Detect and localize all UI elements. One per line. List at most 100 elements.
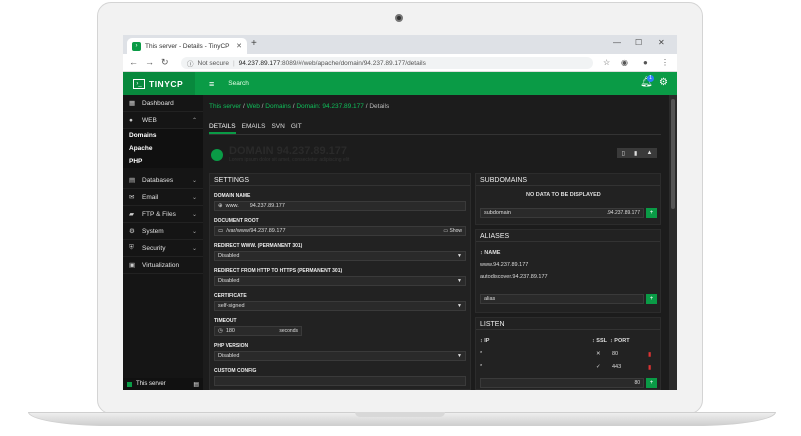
column-header-ssl: ↕ SSL xyxy=(592,338,607,344)
tab-close-icon[interactable]: ✕ xyxy=(236,42,242,50)
alias-row: autodiscover.94.237.89.177 xyxy=(480,274,548,280)
sidebar-item-ftp-files[interactable]: ▰ FTP & Files ⌄ xyxy=(123,206,203,223)
sidebar-item-label: FTP & Files xyxy=(142,210,176,218)
add-subdomain-button[interactable]: + xyxy=(646,208,657,218)
sidebar-item-label: WEB xyxy=(142,116,157,124)
certificate-select[interactable]: self-signed ▼ xyxy=(214,301,466,311)
browser-tab[interactable]: › This server - Details - TinyCP ✕ xyxy=(127,38,247,54)
sidebar-item-email[interactable]: ✉ Email ⌄ xyxy=(123,189,203,206)
server-icon: ▣ xyxy=(129,262,136,269)
folder-icon: ▭ xyxy=(218,228,224,234)
sidebar-subitem-php[interactable]: PHP xyxy=(123,155,203,168)
reload-button[interactable]: ↻ xyxy=(161,57,169,68)
browser-toolbar: ← → ↻ ⓘ Not secure | 94.237.89.177:8089/… xyxy=(123,54,677,72)
sidebar-subitem-domains[interactable]: Domains xyxy=(123,129,203,142)
close-window-button[interactable]: ✕ xyxy=(658,38,665,47)
sidebar-item-system[interactable]: ⚙ System ⌄ xyxy=(123,223,203,240)
breadcrumb-item[interactable]: This server xyxy=(209,103,241,110)
add-listen-button[interactable]: + xyxy=(646,378,657,388)
doc-root-field[interactable]: ▭/var/www/94.237.89.177 ▭ Show xyxy=(214,226,466,236)
sidebar-item-virtualization[interactable]: ▣ Virtualization xyxy=(123,257,203,274)
maximize-button[interactable]: ☐ xyxy=(635,38,642,47)
terminal-icon: ›_ xyxy=(133,78,145,89)
tinycp-favicon-icon: › xyxy=(132,41,141,51)
subdomain-input[interactable]: subdomain .94.237.89.177 xyxy=(480,208,644,218)
subdomains-panel: SUBDOMAINS NO DATA TO BE DISPLAYED subdo… xyxy=(475,173,661,225)
tab-title: This server - Details - TinyCP xyxy=(145,42,230,50)
database-icon: ▤ xyxy=(129,177,136,184)
new-tab-button[interactable]: + xyxy=(251,38,257,49)
tab-emails[interactable]: EMAILS xyxy=(242,123,266,134)
notification-badge: 1 xyxy=(647,75,654,82)
warning-icon[interactable]: ▲ xyxy=(646,150,652,156)
server-name: This server xyxy=(136,381,166,387)
sidebar-item-dashboard[interactable]: ▦ Dashboard xyxy=(123,95,203,112)
aliases-title: ALIASES xyxy=(476,230,660,242)
scrollbar[interactable] xyxy=(669,95,677,390)
timeout-field[interactable]: ◷ 180 seconds xyxy=(214,326,302,336)
tab-svn[interactable]: SVN xyxy=(271,123,284,134)
listen-row-port: 443 xyxy=(612,364,622,370)
globe-icon: ● xyxy=(129,116,133,124)
brand-name: TINYCP xyxy=(149,78,184,89)
redirect-www-select[interactable]: Disabled ▼ xyxy=(214,251,466,261)
caret-down-icon: ▼ xyxy=(457,278,462,284)
sidebar: ▦ Dashboard ● WEB ⌃ Domains Apache PHP ▤ Dat… xyxy=(123,95,203,390)
caret-down-icon: ▼ xyxy=(457,303,462,309)
breadcrumb-item[interactable]: Web xyxy=(247,103,260,110)
listen-title: LISTEN xyxy=(476,318,660,330)
sidebar-item-label: Email xyxy=(142,193,159,201)
tab-details[interactable]: DETAILS xyxy=(209,123,236,134)
breadcrumb-item[interactable]: Domain: 94.237.89.177 xyxy=(296,103,364,110)
bookmark-star-icon[interactable]: ☆ xyxy=(603,58,610,67)
sidebar-item-label: Security xyxy=(142,244,166,252)
hamburger-menu-icon[interactable]: ≡ xyxy=(209,79,214,89)
listen-row-ssl: ✕ xyxy=(596,351,601,357)
tab-git[interactable]: GIT xyxy=(291,123,302,134)
domain-name-field[interactable]: ⊕ www. 94.237.89.177 xyxy=(214,201,466,211)
listen-panel: LISTEN ↕ IP ↕ SSL ↕ PORT * ✕ 80 ▮ * ✓ 44… xyxy=(475,317,661,390)
delete-row-icon[interactable]: ▮ xyxy=(648,351,651,358)
address-bar[interactable]: ⓘ Not secure | 94.237.89.177:8089/#/web/… xyxy=(181,57,593,69)
page-subtitle: Lorem ipsum dolor sit amet, consectetur … xyxy=(229,157,350,163)
chevron-down-icon: ⌄ xyxy=(191,228,197,235)
menu-dots-icon[interactable]: ⋮ xyxy=(661,58,669,67)
add-alias-button[interactable]: + xyxy=(646,294,657,304)
show-button[interactable]: ▭ Show xyxy=(443,228,462,234)
sidebar-subitem-apache[interactable]: Apache xyxy=(123,142,203,155)
redirect-https-select[interactable]: Disabled ▼ xyxy=(214,276,466,286)
server-selector[interactable]: This server ▤ xyxy=(123,378,203,390)
brand-logo[interactable]: ›_ TINYCP xyxy=(123,72,195,95)
gear-icon: ⚙ xyxy=(129,228,135,235)
minimize-button[interactable]: — xyxy=(613,38,621,47)
custom-config-field[interactable] xyxy=(214,376,466,386)
back-button[interactable]: ← xyxy=(129,57,138,67)
timeout-label: TIMEOUT xyxy=(214,318,237,324)
globe-icon xyxy=(211,149,223,161)
sidebar-item-security[interactable]: ⛨ Security ⌄ xyxy=(123,240,203,257)
scrollbar-thumb[interactable] xyxy=(671,99,675,209)
alias-input[interactable]: alias xyxy=(480,294,644,304)
header-actions: ▯ ▮ ▲ xyxy=(617,148,657,158)
delete-row-icon[interactable]: ▮ xyxy=(648,364,651,371)
extension-icon[interactable]: ◉ xyxy=(621,58,628,67)
php-version-label: PHP VERSION xyxy=(214,343,249,349)
sidebar-item-web[interactable]: ● WEB ⌃ xyxy=(123,112,203,129)
profile-icon[interactable]: ● xyxy=(643,58,648,67)
breadcrumb-item[interactable]: Domains xyxy=(265,103,291,110)
domain-prefix: www. xyxy=(225,203,239,209)
php-version-select[interactable]: Disabled ▼ xyxy=(214,351,466,361)
sidebar-item-databases[interactable]: ▤ Databases ⌄ xyxy=(123,172,203,189)
content-tabs: DETAILS EMAILS SVN GIT xyxy=(209,123,661,135)
search-input[interactable]: Search xyxy=(228,80,249,87)
forward-button[interactable]: → xyxy=(145,57,154,67)
browser-tabbar: › This server - Details - TinyCP ✕ + — ☐… xyxy=(123,35,677,54)
envelope-icon: ✉ xyxy=(129,194,135,201)
redirect-https-label: REDIRECT FROM HTTP TO HTTPS (PERMANENT 3… xyxy=(214,268,343,274)
chevron-down-icon: ⌄ xyxy=(191,177,197,184)
document-icon[interactable]: ▯ xyxy=(622,150,625,157)
url-host: 94.237.89.177 xyxy=(238,59,281,67)
listen-new-row[interactable]: 80 xyxy=(480,378,644,388)
cogs-icon[interactable]: ⚙ xyxy=(659,77,668,88)
trash-icon[interactable]: ▮ xyxy=(634,150,637,157)
